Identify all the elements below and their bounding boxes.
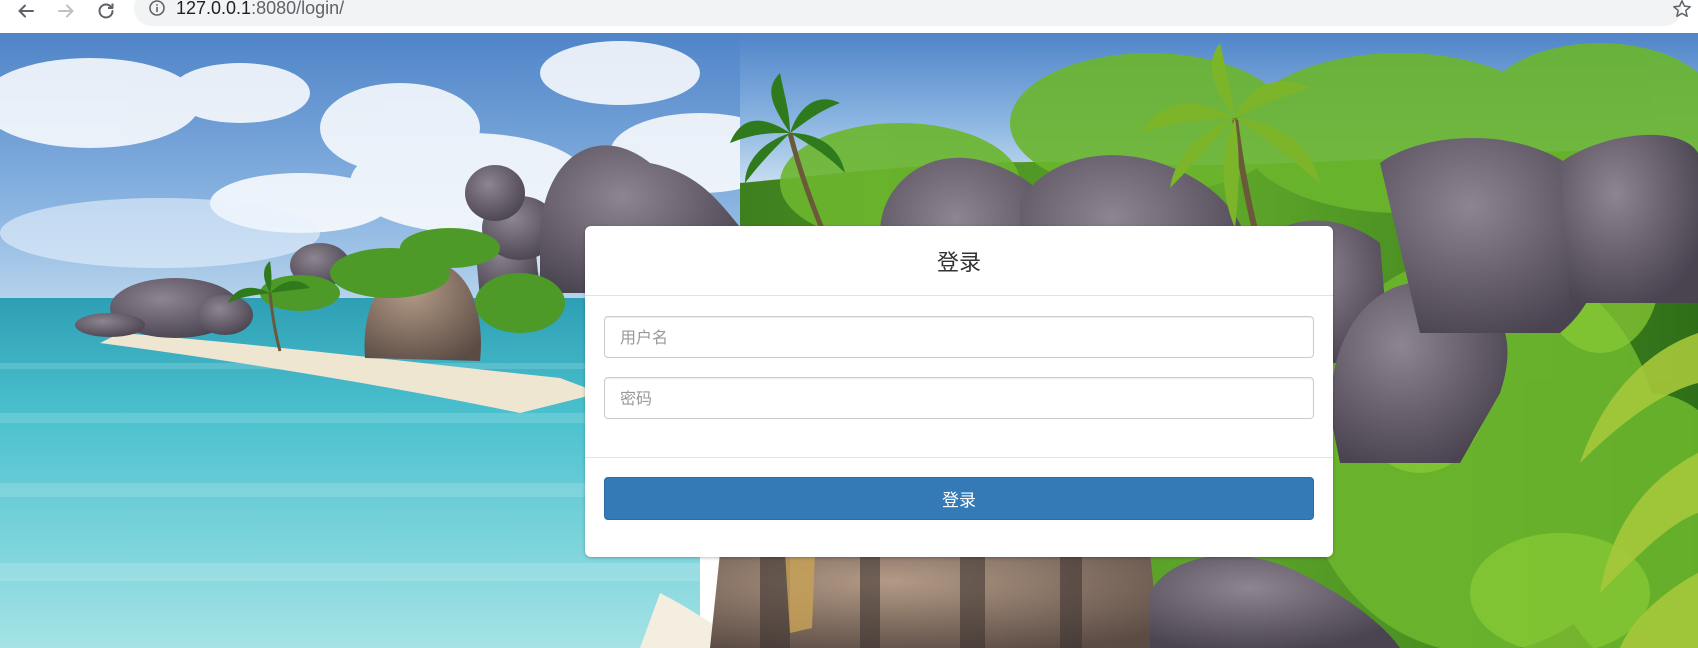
forward-button[interactable]: [53, 0, 79, 22]
login-title: 登录: [936, 250, 981, 276]
url-host: 127.0.0.1: [176, 0, 252, 18]
login-button[interactable]: 登录: [604, 477, 1314, 520]
login-form: [585, 296, 1333, 458]
star-icon[interactable]: [1672, 0, 1692, 19]
address-bar[interactable]: [134, 0, 1682, 26]
browser-toolbar: 127.0.0.1:8080/login/: [0, 0, 1698, 33]
info-icon[interactable]: [148, 0, 166, 18]
arrow-right-icon: [58, 4, 74, 18]
reload-icon: [98, 3, 114, 19]
back-button[interactable]: [13, 0, 39, 22]
url-path: :8080/login/: [251, 0, 345, 18]
password-input[interactable]: [604, 377, 1314, 419]
reload-button[interactable]: [93, 0, 119, 22]
url-text[interactable]: 127.0.0.1:8080/login/: [176, 0, 344, 19]
arrow-left-icon: [18, 4, 34, 18]
login-panel-footer: 登录: [585, 458, 1333, 520]
username-input[interactable]: [604, 316, 1314, 358]
login-panel: 登录 登录: [585, 226, 1333, 557]
login-panel-heading: 登录: [585, 226, 1333, 296]
